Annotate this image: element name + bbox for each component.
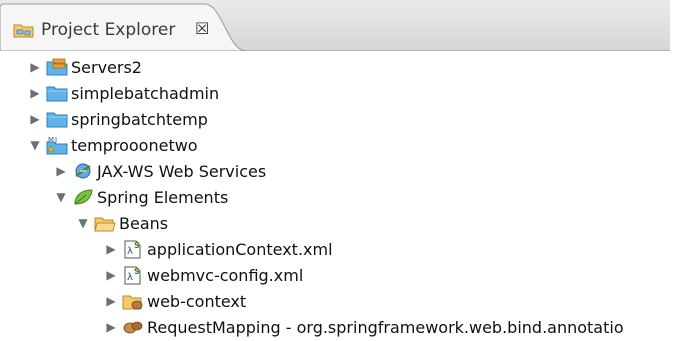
svg-text:S: S	[134, 267, 140, 276]
tree-item-applicationcontext-xml[interactable]: ▶ λ S applicationContext.xml	[104, 236, 333, 262]
folder-tree-icon	[13, 22, 35, 38]
tab-project-explorer[interactable]: Project Explorer ☒	[0, 0, 248, 51]
svg-text:λ: λ	[127, 246, 133, 257]
folder-icon	[46, 109, 68, 129]
tree-item-label: Servers2	[71, 57, 142, 77]
svg-text:J: J	[54, 136, 57, 144]
maven-project-icon: M J	[46, 135, 68, 155]
beans-folder-icon	[94, 213, 116, 233]
tree-item-webmvc-config-xml[interactable]: ▶ λ S webmvc-config.xml	[104, 262, 303, 288]
project-explorer-view: Project Explorer ☒ ▶ Servers2 ▶ simpleba…	[0, 0, 670, 341]
tree-item-jax-ws-web-services[interactable]: ▶ JAX-WS Web Services	[54, 158, 266, 184]
servers-folder-icon	[46, 57, 68, 77]
tree-item-label: temprooonetwo	[71, 135, 198, 155]
expand-arrow-icon[interactable]: ▶	[104, 320, 118, 334]
expand-arrow-icon[interactable]: ▶	[28, 60, 42, 74]
tree-item-label: webmvc-config.xml	[147, 265, 304, 285]
spring-config-file-icon: λ S	[122, 265, 144, 285]
tree-item-label: Beans	[119, 213, 169, 233]
tree-item-beans[interactable]: ▼ Beans	[76, 210, 168, 236]
svg-text:M: M	[48, 136, 54, 144]
spring-config-file-icon: λ S	[122, 239, 144, 259]
tab-strip: Project Explorer ☒	[0, 0, 670, 51]
expand-arrow-icon[interactable]: ▶	[104, 242, 118, 256]
expand-arrow-icon[interactable]: ▶	[104, 268, 118, 282]
tree-item-label: JAX-WS Web Services	[97, 161, 267, 181]
tree-item-spring-elements[interactable]: ▼ Spring Elements	[54, 184, 228, 210]
project-tree: ▶ Servers2 ▶ simplebatchadmin ▶ springba…	[0, 52, 670, 341]
tree-item-requestmapping[interactable]: ▶ RequestMapping - org.springframework.w…	[104, 314, 624, 340]
svg-text:λ: λ	[127, 272, 133, 283]
tree-item-label: web-context	[147, 291, 247, 311]
svg-text:S: S	[134, 241, 140, 250]
tree-item-web-context[interactable]: ▶ web-context	[104, 288, 246, 314]
expand-arrow-icon[interactable]: ▶	[28, 86, 42, 100]
tree-item-label: RequestMapping - org.springframework.web…	[147, 317, 624, 337]
tree-item-temprooonetwo[interactable]: ▼ M J temprooonetwo	[28, 132, 198, 158]
web-services-icon	[72, 161, 94, 181]
tab-title: Project Explorer	[41, 20, 176, 40]
collapse-arrow-icon[interactable]: ▼	[76, 216, 90, 230]
tree-item-label: simplebatchadmin	[71, 83, 220, 103]
close-icon[interactable]: ☒	[195, 20, 209, 38]
tree-item-springbatchtemp[interactable]: ▶ springbatchtemp	[28, 106, 208, 132]
tree-item-label: applicationContext.xml	[147, 239, 333, 259]
tree-item-simplebatchadmin[interactable]: ▶ simplebatchadmin	[28, 80, 219, 106]
tree-item-label: Spring Elements	[97, 187, 229, 207]
spring-leaf-icon	[72, 187, 94, 207]
expand-arrow-icon[interactable]: ▶	[54, 164, 68, 178]
expand-arrow-icon[interactable]: ▶	[28, 112, 42, 126]
tree-item-servers2[interactable]: ▶ Servers2	[28, 54, 142, 80]
expand-arrow-icon[interactable]: ▶	[104, 294, 118, 308]
folder-icon	[46, 83, 68, 103]
collapse-arrow-icon[interactable]: ▼	[28, 138, 42, 152]
tree-item-label: springbatchtemp	[71, 109, 208, 129]
collapse-arrow-icon[interactable]: ▼	[54, 190, 68, 204]
bean-icon	[122, 317, 144, 337]
bean-folder-icon	[122, 291, 144, 311]
